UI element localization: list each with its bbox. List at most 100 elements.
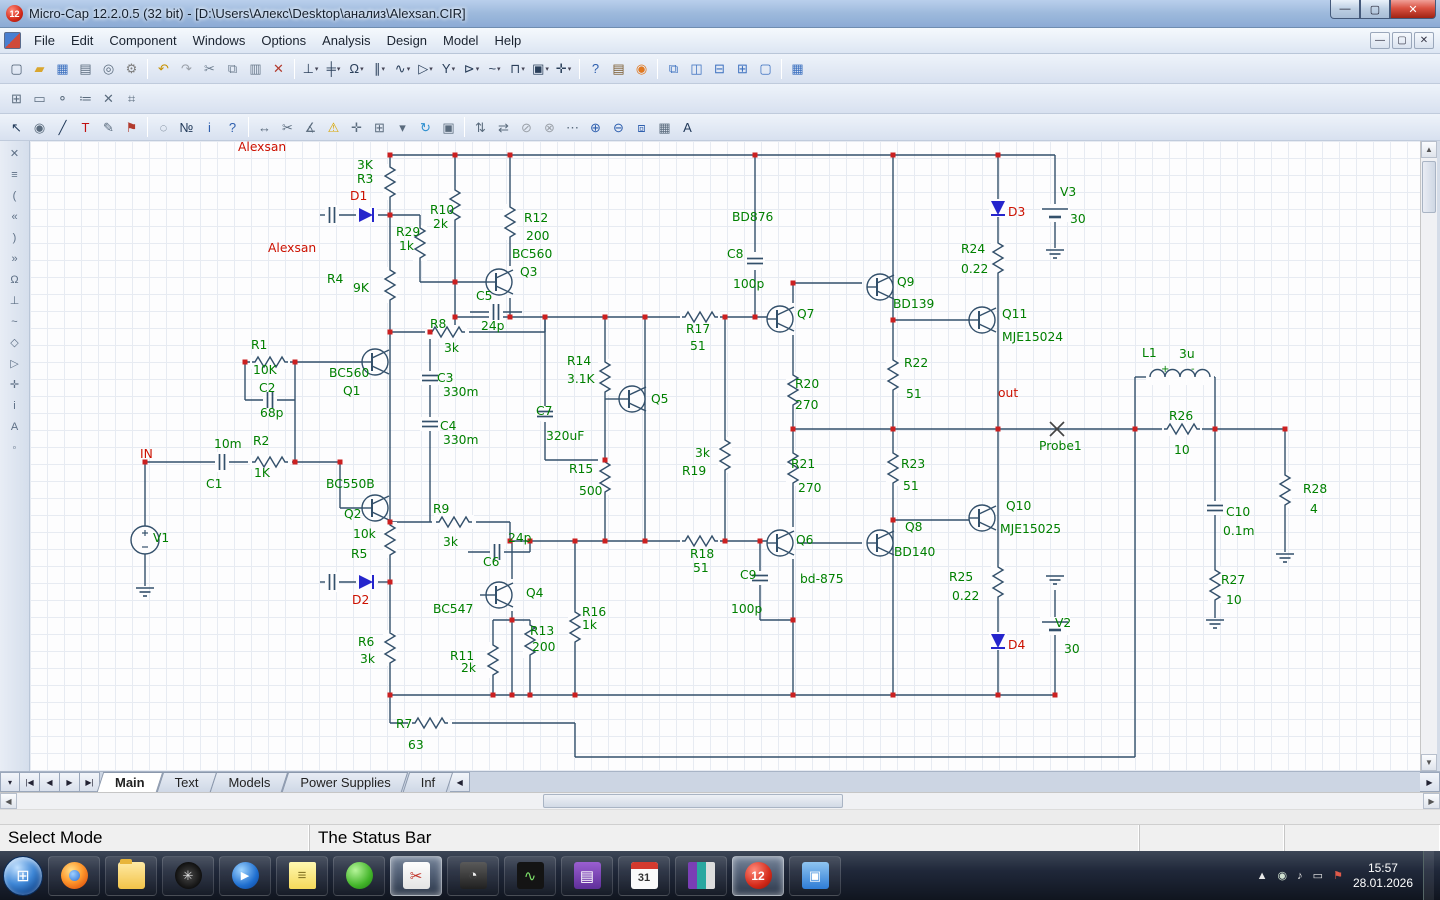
- new-file-button[interactable]: ▢: [5, 58, 28, 80]
- macro-part-dropdown-icon[interactable]: ▾: [545, 65, 549, 73]
- close-panel-button[interactable]: ✕: [4, 143, 26, 164]
- design-rules-button[interactable]: ⚠: [322, 116, 345, 138]
- minimize-button[interactable]: —: [1330, 0, 1360, 19]
- component-label[interactable]: 9K: [353, 281, 370, 295]
- component-label[interactable]: R5: [351, 547, 367, 561]
- remove-item-button[interactable]: ✕: [97, 88, 120, 110]
- menu-design[interactable]: Design: [379, 30, 435, 51]
- menu-component[interactable]: Component: [101, 30, 184, 51]
- component-label[interactable]: Q1: [343, 384, 361, 398]
- graphics-mode-button[interactable]: ✎: [97, 116, 120, 138]
- component-label[interactable]: 1K: [254, 466, 271, 480]
- split-text-button[interactable]: ✂: [276, 116, 299, 138]
- component-label[interactable]: Alexsan: [268, 241, 316, 255]
- component-label[interactable]: R24: [961, 242, 985, 256]
- tab-main[interactable]: Main: [100, 772, 160, 792]
- text-mode-button[interactable]: T: [74, 116, 97, 138]
- taskbar-audio-editor[interactable]: ∿: [504, 855, 556, 896]
- component-label[interactable]: 68p: [260, 406, 284, 420]
- tool-open-paren-button[interactable]: (: [4, 185, 26, 206]
- diode-part-button[interactable]: ▷ ▾: [414, 58, 437, 80]
- component-label[interactable]: 320uF: [546, 429, 584, 443]
- tab-nav-3[interactable]: ▶: [60, 772, 80, 792]
- taskbar-firefox[interactable]: [48, 855, 100, 896]
- component-label[interactable]: -: [1191, 364, 1195, 375]
- resistor-part-button[interactable]: Ω ▾: [345, 58, 368, 80]
- tab-models[interactable]: Models: [213, 772, 285, 792]
- sine-source-part-button[interactable]: ~ ▾: [483, 58, 506, 80]
- component-label[interactable]: R10: [430, 203, 454, 217]
- component-label[interactable]: Q2: [344, 507, 362, 521]
- component-label[interactable]: R17: [686, 322, 710, 336]
- mdi-restore-button[interactable]: ▢: [1392, 32, 1412, 49]
- taskbar-gauge-app[interactable]: ◔: [447, 855, 499, 896]
- tool-font-button[interactable]: A: [4, 416, 26, 437]
- component-label[interactable]: R13: [530, 624, 554, 638]
- component-label[interactable]: 100p: [731, 602, 762, 616]
- component-label[interactable]: MJE15024: [1002, 330, 1063, 344]
- component-label[interactable]: D3: [1008, 205, 1025, 219]
- cut-button[interactable]: ✂: [198, 58, 221, 80]
- tool-diamond-button[interactable]: ◇: [4, 332, 26, 353]
- tray-network-icon[interactable]: ▭: [1313, 869, 1323, 882]
- disable-mode-button[interactable]: ⊘: [515, 116, 538, 138]
- component-label[interactable]: 1k: [582, 618, 598, 632]
- component-label[interactable]: 3.1K: [567, 372, 596, 386]
- component-label[interactable]: 0.1m: [1223, 524, 1255, 538]
- tile-horizontal-button[interactable]: ⊟: [708, 58, 731, 80]
- menu-model[interactable]: Model: [435, 30, 486, 51]
- component-label[interactable]: R29: [396, 225, 420, 239]
- tile-vertical-button[interactable]: ◫: [685, 58, 708, 80]
- component-label[interactable]: C2: [259, 381, 275, 395]
- print-preview-button[interactable]: ◎: [97, 58, 120, 80]
- start-button[interactable]: ⊞: [3, 855, 43, 896]
- split-window-button[interactable]: ⊞: [731, 58, 754, 80]
- scroll-left-icon[interactable]: ◀: [0, 793, 17, 809]
- component-label[interactable]: Q8: [905, 520, 923, 534]
- component-label[interactable]: Alexsan: [238, 141, 286, 154]
- tool-diode-button[interactable]: ▷: [4, 353, 26, 374]
- component-label[interactable]: R16: [582, 605, 606, 619]
- component-label[interactable]: R3: [357, 172, 373, 186]
- component-label[interactable]: 51: [903, 479, 919, 493]
- open-file-button[interactable]: ▰: [28, 58, 51, 80]
- mdi-minimize-button[interactable]: —: [1370, 32, 1390, 49]
- component-label[interactable]: D1: [350, 189, 367, 203]
- component-label[interactable]: 1k: [399, 239, 415, 253]
- menu-windows[interactable]: Windows: [185, 30, 254, 51]
- component-label[interactable]: D2: [352, 593, 369, 607]
- component-label[interactable]: 51: [690, 339, 706, 353]
- capacitor-part-dropdown-icon[interactable]: ▾: [381, 65, 385, 73]
- component-label[interactable]: Q6: [796, 533, 814, 547]
- component-label[interactable]: bd-875: [800, 572, 844, 586]
- component-label[interactable]: BD139: [893, 297, 934, 311]
- component-label[interactable]: C8: [727, 247, 743, 261]
- tab-nav-0[interactable]: ▾: [0, 772, 20, 792]
- taskbar-explorer[interactable]: [105, 855, 157, 896]
- tool-cross-button[interactable]: ✛: [4, 374, 26, 395]
- component-label[interactable]: 4: [1310, 502, 1318, 516]
- component-label[interactable]: Probe1: [1039, 439, 1082, 453]
- copy-image-button[interactable]: ▦: [653, 116, 676, 138]
- box-select-button[interactable]: ▭: [28, 88, 51, 110]
- component-label[interactable]: R26: [1169, 409, 1193, 423]
- inductor-part-dropdown-icon[interactable]: ▾: [407, 65, 411, 73]
- flag-mode-button[interactable]: ⚑: [120, 116, 143, 138]
- vertical-scroll-thumb[interactable]: [1422, 161, 1436, 213]
- component-label[interactable]: Q9: [897, 275, 915, 289]
- tool-close-paren-button[interactable]: ): [4, 227, 26, 248]
- horizontal-scroll-thumb[interactable]: [543, 794, 843, 808]
- sine-source-part-dropdown-icon[interactable]: ▾: [497, 65, 501, 73]
- component-label[interactable]: 270: [798, 481, 821, 495]
- component-label[interactable]: Q5: [651, 392, 669, 406]
- menu-analysis[interactable]: Analysis: [314, 30, 378, 51]
- print-button[interactable]: ▤: [74, 58, 97, 80]
- component-label[interactable]: 3k: [444, 341, 460, 355]
- component-label[interactable]: out: [998, 386, 1018, 400]
- component-label[interactable]: R6: [358, 635, 375, 649]
- horizontal-scrollbar[interactable]: ◀ ▶: [0, 792, 1440, 809]
- cascade-windows-button[interactable]: ⧉: [662, 58, 685, 80]
- node-numbers-button[interactable]: №: [175, 116, 198, 138]
- component-label[interactable]: 10k: [353, 527, 377, 541]
- find-button[interactable]: ◌: [152, 116, 175, 138]
